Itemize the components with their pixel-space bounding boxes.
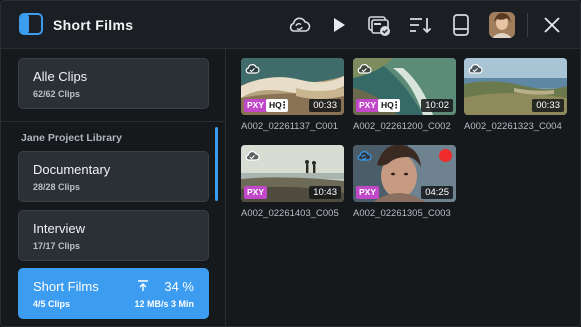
- clip-duration: 00:33: [532, 99, 564, 112]
- sidebar-item-label: Short Films: [33, 279, 99, 294]
- clip-tile[interactable]: 00:33 A002_02261323_C004: [464, 58, 567, 132]
- cloud-sync-icon[interactable]: [287, 13, 311, 37]
- sidebar-scrollbar[interactable]: [215, 127, 218, 201]
- clip-filename: A002_02261305_C003: [353, 208, 451, 219]
- clip-thumbnail[interactable]: PXY HQ 00:33: [241, 58, 344, 115]
- clip-tile[interactable]: PXY HQ 10:02 A002_02261200_C002: [353, 58, 456, 132]
- proxy-badge: PXY: [356, 186, 380, 199]
- avatar[interactable]: [489, 12, 515, 38]
- cloud-icon: [244, 148, 260, 161]
- page-title: Short Films: [53, 17, 134, 33]
- cards-check-icon[interactable]: [367, 13, 391, 37]
- app-window: Short Films Alle Clips 62/62 Clips Jane …: [0, 0, 581, 327]
- hq-badge[interactable]: HQ: [266, 99, 288, 112]
- cloud-sync-status-icon: [356, 148, 372, 161]
- upload-progress: 34 %: [164, 279, 194, 294]
- sidebar-item-label: Interview: [33, 221, 86, 236]
- clip-thumbnail[interactable]: PXY 10:43: [241, 145, 344, 202]
- header-divider: [527, 13, 528, 37]
- upload-speed: 12 MB/s 3 Min: [134, 299, 194, 309]
- cloud-icon: [467, 61, 483, 74]
- proxy-badge: PXY: [356, 99, 380, 112]
- library-title: Jane Project Library: [21, 132, 122, 144]
- sidebar-item-count: 4/5 Clips: [33, 299, 71, 309]
- sidebar: Alle Clips 62/62 Clips Jane Project Libr…: [1, 49, 226, 326]
- close-icon[interactable]: [540, 13, 564, 37]
- sidebar-item-count: 62/62 Clips: [33, 89, 81, 99]
- upload-icon: [137, 279, 149, 297]
- sidebar-item-interview[interactable]: Interview 17/17 Clips: [18, 210, 209, 261]
- sort-icon[interactable]: [408, 13, 432, 37]
- sidebar-item-count: 17/17 Clips: [33, 241, 81, 251]
- play-icon[interactable]: [327, 13, 351, 37]
- sidebar-item-label: Documentary: [33, 162, 111, 177]
- clip-grid: PXY HQ 00:33 A002_02261137_C001: [227, 49, 580, 326]
- header-bar: Short Films: [1, 1, 580, 49]
- sidebar-item-short-films[interactable]: Short Films 4/5 Clips 34 % 12 MB/s 3 Min: [18, 268, 209, 319]
- clip-tile[interactable]: PXY HQ 00:33 A002_02261137_C001: [241, 58, 344, 132]
- cloud-icon: [356, 61, 372, 74]
- clip-thumbnail[interactable]: PXY HQ 10:02: [353, 58, 456, 115]
- sidebar-toggle-icon[interactable]: [19, 13, 43, 35]
- proxy-badge: PXY: [244, 186, 268, 199]
- clip-filename: A002_02261323_C004: [464, 121, 562, 132]
- clip-duration: 10:02: [421, 99, 453, 112]
- clip-thumbnail[interactable]: 00:33: [464, 58, 567, 115]
- sidebar-item-all-clips[interactable]: Alle Clips 62/62 Clips: [18, 58, 209, 109]
- proxy-badge: PXY: [244, 99, 268, 112]
- clip-filename: A002_02261403_C005: [241, 208, 339, 219]
- cloud-icon: [244, 61, 260, 74]
- clip-tile[interactable]: PXY 10:43 A002_02261403_C005: [241, 145, 344, 219]
- clip-thumbnail[interactable]: PXY 04:25: [353, 145, 456, 202]
- clip-duration: 10:43: [309, 186, 341, 199]
- clip-filename: A002_02261200_C002: [353, 121, 451, 132]
- record-indicator: [439, 149, 452, 162]
- divider: [1, 121, 225, 122]
- clip-tile[interactable]: PXY 04:25 A002_02261305_C003: [353, 145, 456, 219]
- clip-duration: 00:33: [309, 99, 341, 112]
- clip-duration: 04:25: [421, 186, 453, 199]
- hq-badge[interactable]: HQ: [378, 99, 400, 112]
- sidebar-item-documentary[interactable]: Documentary 28/28 Clips: [18, 151, 209, 202]
- clip-filename: A002_02261137_C001: [241, 121, 339, 132]
- drive-icon[interactable]: [449, 13, 473, 37]
- sidebar-item-label: Alle Clips: [33, 69, 88, 84]
- sidebar-item-count: 28/28 Clips: [33, 182, 81, 192]
